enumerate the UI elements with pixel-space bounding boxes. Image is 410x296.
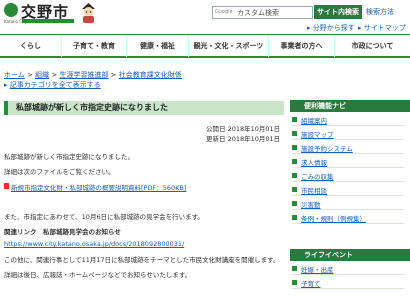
show-all-categories-link[interactable]: 記事カテゴリを全て表示する (10, 81, 101, 89)
sidebar-item-disaster[interactable]: 災害動 (292, 198, 404, 210)
sidebar-item-organization[interactable]: 組織案内 (292, 114, 404, 126)
category-toggle[interactable]: ▸ 記事カテゴリを全て表示する (4, 80, 101, 90)
bullet-icon (292, 266, 297, 271)
nav-childcare-education[interactable]: 子育て・教育 (62, 35, 127, 57)
bullet-icon (292, 201, 297, 206)
body-paragraph-5: 詳細は後日、広報誌・ホームページなどでお知らせいたします。 (4, 271, 192, 279)
breadcrumb-cultural-property[interactable]: 社会教育課文化財係 (119, 71, 182, 79)
search-help-link[interactable]: 検索方法 (366, 5, 394, 19)
nav-business[interactable]: 事業者の方へ (269, 35, 335, 57)
category-search-link[interactable]: ▸ 分野から探す (307, 23, 355, 33)
breadcrumb-lifelong-learning[interactable]: 生涯学習推進部 (59, 71, 108, 79)
article-title-bar: 私部城跡が新しく市指定史跡になりました (4, 101, 284, 115)
bullet-icon (292, 145, 297, 150)
body-paragraph-2: 詳細は次のファイルをご覧ください。 (4, 168, 115, 176)
related-url-link[interactable]: https://www.city.katano.osaka.jp/docs/20… (4, 240, 184, 248)
nav-living[interactable]: くらし (0, 35, 62, 57)
breadcrumb-home[interactable]: ホーム (4, 71, 25, 79)
nav-health-welfare[interactable]: 健康・福祉 (127, 35, 189, 57)
city-emblem-icon[interactable] (4, 3, 18, 17)
pdf-download-link[interactable]: 新規市指定文化財・私部城跡の概要説明資料[PDF：560KB] (11, 182, 186, 192)
sidebar-item-facility-map[interactable]: 施設マップ (292, 128, 404, 140)
search-placeholder: カスタム検索 (237, 9, 279, 17)
bullet-icon (292, 117, 297, 122)
convenience-nav-heading: 便利機能ナビ (290, 100, 410, 112)
breadcrumb-organization[interactable]: 組織 (35, 71, 49, 79)
bullet-icon (292, 215, 297, 220)
pdf-icon (4, 183, 9, 189)
logo-underline (22, 19, 74, 23)
sidebar-item-garbage[interactable]: ごみの収集 (292, 170, 404, 182)
breadcrumb: ホーム > 組織 > 生涯学習推進部 > 社会教育課文化財係 (4, 71, 182, 79)
body-paragraph-3: また、市指定にあわせて、10月6日に私部城跡の見学会を行います。 (4, 213, 204, 221)
body-paragraph-1: 私部城跡が新しく市指定史跡になりました。 (4, 153, 134, 161)
published-date: 公開日 2018年10月01日 (206, 125, 281, 133)
sitemap-link[interactable]: ▸ サイトマップ (358, 23, 406, 33)
mascot-icon (82, 3, 95, 23)
bullet-icon (292, 159, 297, 164)
global-nav: くらし 子育て・教育 健康・福祉 観光・文化・スポーツ 事業者の方へ 市政につい… (0, 34, 410, 58)
nav-tourism-culture-sports[interactable]: 観光・文化・スポーツ (189, 35, 269, 57)
related-link-label: 関連リンク 私部城跡見学会のお知らせ (4, 228, 121, 236)
sidebar-item-consultation[interactable]: 市民相談 (292, 184, 404, 196)
body-paragraph-4: この他に、関連行事として11月17日に私部城跡をテーマとした市民文化財講座を開催… (4, 256, 280, 264)
sidebar-item-pregnancy[interactable]: 妊娠・出産 (292, 263, 404, 275)
bullet-icon (292, 131, 297, 136)
page-title: 私部城跡が新しく市指定史跡になりました (16, 103, 168, 112)
search-engine-label: Google (215, 9, 233, 15)
bullet-icon (292, 187, 297, 192)
sidebar-item-regulations[interactable]: 条例・規則（例規集） (292, 212, 404, 224)
bullet-icon (292, 280, 297, 285)
bullet-icon (292, 173, 297, 178)
life-event-heading: ライフイベント (290, 249, 410, 261)
sidebar-item-childcare[interactable]: 子育て (292, 277, 404, 289)
search-input[interactable]: Google カスタム検索 (212, 6, 313, 19)
nav-city-government[interactable]: 市政について (335, 35, 410, 57)
sidebar-item-jobs[interactable]: 求人情報 (292, 156, 404, 168)
site-search-button[interactable]: サイト内検索 (314, 5, 362, 19)
sidebar-item-reservation[interactable]: 施設予約システム (292, 142, 404, 154)
updated-date: 更新日 2018年10月01日 (206, 135, 281, 143)
